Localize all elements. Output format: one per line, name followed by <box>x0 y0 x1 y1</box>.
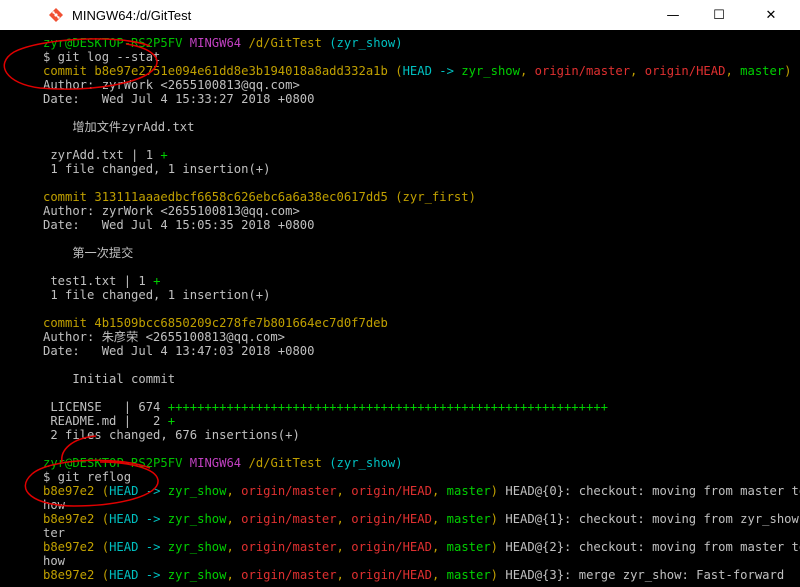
window-controls: — ☐ ✕ <box>650 0 800 30</box>
commit-hash: commit 4b1509bcc6850209c278fe7b801664ec7… <box>43 316 388 330</box>
reflog-wrap: how <box>43 498 66 512</box>
minimize-button[interactable]: — <box>650 0 696 30</box>
prompt-line: zyr@DESKTOP-RS2P5FV MINGW64 /d/GitTest (… <box>43 36 800 50</box>
prompt-env: MINGW64 <box>189 456 242 470</box>
commit-hash-line: commit b8e97e2751e094e61dd8e3b194018a8ad… <box>43 64 792 78</box>
title-bar[interactable]: MINGW64:/d/GitTest — ☐ ✕ <box>0 0 800 30</box>
master-ref: master <box>740 64 785 78</box>
close-button[interactable]: ✕ <box>742 0 800 30</box>
window-title: MINGW64:/d/GitTest <box>72 7 192 23</box>
stat-line: test1.txt | 1 + <box>43 274 161 288</box>
command-line: $ git log --stat <box>43 50 161 64</box>
commit-hash: commit b8e97e2751e094e61dd8e3b194018a8ad… <box>43 64 388 78</box>
prompt-path: /d/GitTest <box>248 456 322 470</box>
stat-summary: 1 file changed, 1 insertion(+) <box>43 288 271 302</box>
commit-author: Author: zyrWork <2655100813@qq.com> <box>43 78 300 92</box>
prompt-user: zyr@DESKTOP-RS2P5FV <box>43 36 183 50</box>
commit-date: Date: Wed Jul 4 13:47:03 2018 +0800 <box>43 344 315 358</box>
reflog-wrap: ter <box>43 526 66 540</box>
maximize-button[interactable]: ☐ <box>696 0 742 30</box>
commit-hash-line: commit 313111aaaedbcf6658c626ebc6a6a38ec… <box>43 190 800 204</box>
prompt-path: /d/GitTest <box>248 36 322 50</box>
commit-message: 增加文件zyrAdd.txt <box>43 120 195 134</box>
stat-line: README.md | 2 + <box>43 414 176 428</box>
reflog-entry: b8e97e2 (HEAD -> zyr_show, origin/master… <box>43 540 800 554</box>
git-diamond-icon <box>48 7 64 23</box>
remote-ref: origin/master <box>534 64 631 78</box>
reflog-entry: b8e97e2 (HEAD -> zyr_show, origin/master… <box>43 512 799 526</box>
prompt-user: zyr@DESKTOP-RS2P5FV <box>43 456 183 470</box>
stat-summary: 1 file changed, 1 insertion(+) <box>43 162 271 176</box>
commit-author: Author: zyrWork <2655100813@qq.com> <box>43 204 300 218</box>
prompt-line: zyr@DESKTOP-RS2P5FV MINGW64 /d/GitTest (… <box>43 456 800 470</box>
commit-author: Author: 朱彦荣 <2655100813@qq.com> <box>43 330 286 344</box>
stat-line: LICENSE | 674 ++++++++++++++++++++++++++… <box>43 400 608 414</box>
commit-date: Date: Wed Jul 4 15:05:35 2018 +0800 <box>43 218 315 232</box>
remote-head-ref: origin/HEAD <box>644 64 726 78</box>
prompt-branch: (zyr_show) <box>329 36 403 50</box>
commit-message: Initial commit <box>43 372 176 386</box>
terminal-output[interactable]: zyr@DESKTOP-RS2P5FV MINGW64 /d/GitTest (… <box>0 36 800 587</box>
reflog-wrap: how <box>43 554 66 568</box>
commit-date: Date: Wed Jul 4 15:33:27 2018 +0800 <box>43 92 315 106</box>
prompt-env: MINGW64 <box>189 36 242 50</box>
branch-ref: zyr_show <box>461 64 520 78</box>
head-ref: HEAD -> <box>402 64 462 78</box>
commit-hash: commit 313111aaaedbcf6658c626ebc6a6a38ec… <box>43 190 388 204</box>
command-line: $ git reflog <box>43 470 132 484</box>
stat-line: zyrAdd.txt | 1 + <box>43 148 168 162</box>
prompt-branch: (zyr_show) <box>329 456 403 470</box>
branch-ref: (zyr_first) <box>395 190 476 204</box>
terminal-window: MINGW64:/d/GitTest — ☐ ✕ zyr@DESKTOP-RS2… <box>0 0 800 587</box>
reflog-entry: b8e97e2 (HEAD -> zyr_show, origin/master… <box>43 568 785 582</box>
reflog-entry: b8e97e2 (HEAD -> zyr_show, origin/master… <box>43 484 800 498</box>
stat-summary: 2 files changed, 676 insertions(+) <box>43 428 300 442</box>
commit-message: 第一次提交 <box>43 246 134 260</box>
